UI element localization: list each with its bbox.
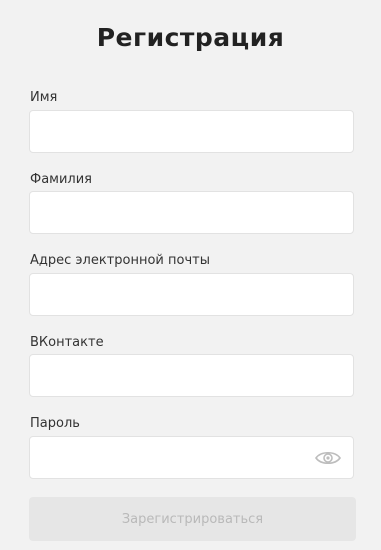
register-button[interactable]: Зарегистрироваться [29, 497, 356, 541]
last-name-input[interactable] [29, 191, 354, 234]
vk-label: ВКонтакте [30, 335, 104, 350]
page-title: Регистрация [96, 23, 285, 52]
email-input[interactable] [29, 273, 354, 316]
password-input[interactable] [29, 436, 354, 479]
password-visibility-toggle[interactable] [313, 447, 343, 469]
vk-input[interactable] [29, 354, 354, 397]
email-label: Адрес электронной почты [30, 253, 210, 268]
registration-form: Регистрация Имя Фамилия Адрес электронно… [0, 0, 381, 550]
first-name-label: Имя [30, 90, 58, 105]
eye-icon [315, 451, 341, 465]
first-name-input[interactable] [29, 110, 354, 153]
password-label: Пароль [30, 416, 80, 431]
last-name-label: Фамилия [30, 172, 92, 187]
